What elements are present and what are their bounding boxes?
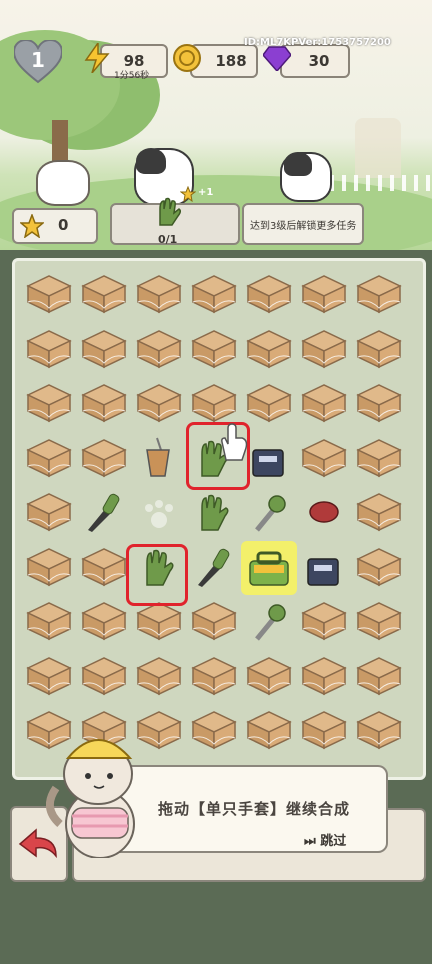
locked-box-cell[interactable]: [21, 432, 77, 486]
locked-box-cell[interactable]: [241, 704, 297, 758]
fence-illustration: [330, 175, 432, 191]
order-panel[interactable]: 0/1: [110, 197, 240, 246]
locked-box-cell[interactable]: [186, 595, 242, 649]
tutorial-message: 拖动【单只手套】继续合成: [158, 800, 351, 818]
locked-box-cell[interactable]: [351, 541, 407, 595]
item-cell[interactable]: [186, 541, 242, 595]
worker-cat: [36, 160, 90, 206]
locked-box-cell[interactable]: [351, 704, 407, 758]
locked-box-cell[interactable]: [296, 377, 352, 431]
locked-box-cell[interactable]: [241, 323, 297, 377]
locked-box-cell[interactable]: [186, 704, 242, 758]
coin-value: 188: [215, 52, 247, 70]
locked-task-panel: 达到3级后解锁更多任务: [242, 203, 364, 245]
item-cell[interactable]: [131, 486, 187, 540]
locked-box-cell[interactable]: [21, 541, 77, 595]
item-cell[interactable]: [186, 486, 242, 540]
skip-button[interactable]: ⏭ 跳过: [304, 830, 346, 849]
locked-box-cell[interactable]: [21, 486, 77, 540]
locked-box-cell[interactable]: [351, 377, 407, 431]
locked-box-cell[interactable]: [351, 268, 407, 322]
locked-box-cell[interactable]: [296, 595, 352, 649]
order-progress: 0/1: [158, 233, 178, 246]
reward-plus: +1: [198, 187, 214, 198]
locked-box-cell[interactable]: [76, 268, 132, 322]
gem-icon: [262, 44, 292, 72]
hand-pointer-icon: [216, 422, 248, 461]
locked-box-cell[interactable]: [241, 650, 297, 704]
energy-timer: 1分56秒: [114, 71, 150, 81]
locked-box-cell[interactable]: [351, 650, 407, 704]
item-cell[interactable]: [76, 486, 132, 540]
locked-box-cell[interactable]: [21, 650, 77, 704]
locked-box-cell[interactable]: [21, 323, 77, 377]
locked-box-cell[interactable]: [76, 377, 132, 431]
lightning-icon: [82, 42, 112, 74]
locked-box-cell[interactable]: [296, 268, 352, 322]
highlight-source: [126, 544, 188, 606]
locked-box-cell[interactable]: [351, 432, 407, 486]
locked-box-cell[interactable]: [21, 268, 77, 322]
cat-head-patch-2: [284, 152, 312, 176]
id-version-label: ID:ML7KPVer:1753757200: [244, 37, 391, 48]
locked-box-cell[interactable]: [131, 268, 187, 322]
locked-box-cell[interactable]: [186, 323, 242, 377]
cat-head-patch: [136, 148, 166, 174]
item-cell[interactable]: [241, 486, 297, 540]
locked-box-cell[interactable]: [131, 650, 187, 704]
locked-box-cell[interactable]: [76, 541, 132, 595]
locked-box-cell[interactable]: [21, 377, 77, 431]
locked-box-cell[interactable]: [296, 323, 352, 377]
star-icon: [20, 214, 44, 238]
locked-box-cell[interactable]: [76, 323, 132, 377]
locked-box-cell[interactable]: [351, 486, 407, 540]
coin-icon: [172, 43, 202, 73]
item-cell[interactable]: [241, 540, 297, 595]
locked-box-cell[interactable]: [186, 268, 242, 322]
windmill-illustration: [355, 118, 401, 178]
locked-box-cell[interactable]: [21, 595, 77, 649]
item-cell[interactable]: [241, 595, 297, 649]
order-reward: +1: [179, 185, 213, 206]
star-count: 0: [58, 216, 69, 234]
level-heart[interactable]: 1: [12, 38, 64, 84]
skip-label: 跳过: [320, 834, 347, 849]
locked-box-cell[interactable]: [296, 650, 352, 704]
gem-value: 30: [308, 52, 330, 70]
locked-box-cell[interactable]: [76, 432, 132, 486]
item-cell[interactable]: [296, 541, 352, 595]
fast-forward-icon: ⏭: [304, 834, 316, 849]
star-panel[interactable]: 0: [12, 208, 98, 244]
item-cell[interactable]: [296, 486, 352, 540]
locked-box-cell[interactable]: [296, 704, 352, 758]
level-value: 1: [31, 48, 45, 72]
locked-box-cell[interactable]: [351, 595, 407, 649]
item-cell[interactable]: [131, 432, 187, 486]
locked-box-cell[interactable]: [186, 650, 242, 704]
star-small-icon: [179, 185, 197, 203]
guide-cat: [46, 728, 142, 859]
locked-box-cell[interactable]: [76, 595, 132, 649]
locked-box-cell[interactable]: [131, 377, 187, 431]
board-grid: [21, 268, 413, 760]
locked-box-cell[interactable]: [351, 323, 407, 377]
locked-box-cell[interactable]: [241, 268, 297, 322]
locked-task-text: 达到3级后解锁更多任务: [250, 221, 357, 232]
locked-box-cell[interactable]: [131, 323, 187, 377]
locked-box-cell[interactable]: [76, 650, 132, 704]
locked-box-cell[interactable]: [296, 432, 352, 486]
